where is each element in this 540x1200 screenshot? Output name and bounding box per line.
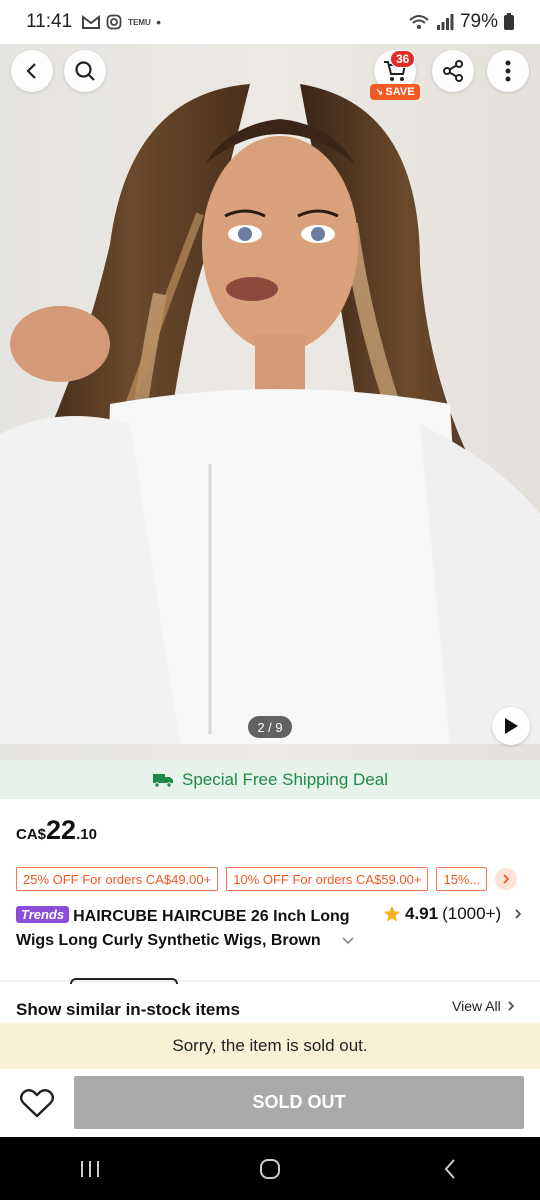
battery-icon xyxy=(504,12,514,30)
bottom-action-bar: SOLD OUT xyxy=(0,1069,540,1137)
price: CA$ 22 .10 xyxy=(16,815,97,846)
view-all-link[interactable]: View All xyxy=(452,998,515,1014)
temu-icon: TEMU xyxy=(128,17,151,27)
section-tab-indicator xyxy=(70,978,178,984)
image-page-indicator: 2 / 9 xyxy=(248,716,292,738)
more-vertical-icon xyxy=(505,60,511,82)
search-button[interactable] xyxy=(64,50,106,92)
home-icon xyxy=(260,1158,280,1179)
back-nav-icon xyxy=(444,1158,455,1179)
wishlist-button[interactable] xyxy=(16,1083,58,1123)
chevron-right-icon xyxy=(503,874,510,884)
status-time: 11:41 xyxy=(26,11,73,32)
coupon-row[interactable]: 25% OFF For orders CA$49.00+ 10% OFF For… xyxy=(16,867,518,891)
sold-out-button[interactable]: SOLD OUT xyxy=(74,1076,524,1129)
cart-count-badge: 36 xyxy=(390,50,416,68)
chevron-left-icon xyxy=(26,63,36,79)
chevron-down-icon[interactable] xyxy=(341,936,355,946)
save-badge: ↘ SAVE xyxy=(370,84,420,100)
gmail-icon xyxy=(82,15,101,29)
chevron-right-icon xyxy=(515,909,522,919)
status-bar: 11:41 TEMU • 79% xyxy=(0,0,540,44)
price-currency: CA$ xyxy=(16,826,47,843)
price-decimal: .10 xyxy=(76,826,97,843)
rating-score: 4.91 xyxy=(405,904,439,923)
coupon-tag[interactable]: 10% OFF For orders CA$59.00+ xyxy=(226,867,429,891)
truck-icon xyxy=(152,773,173,788)
back-button[interactable] xyxy=(11,50,53,92)
share-icon xyxy=(443,60,463,82)
coupons-more-button[interactable] xyxy=(495,868,518,890)
star-icon xyxy=(383,905,401,922)
play-icon xyxy=(505,718,518,734)
dot-icon: • xyxy=(156,14,162,30)
notification-icons: TEMU • xyxy=(82,14,161,30)
product-photo xyxy=(0,84,540,744)
sold-out-notice: Sorry, the item is sold out. xyxy=(0,1023,540,1069)
rating-count: (1000+) xyxy=(442,904,502,923)
product-image-gallery[interactable]: 36 ↘ SAVE 2 / 9 xyxy=(0,44,540,760)
back-nav-button[interactable] xyxy=(420,1149,480,1189)
product-title-line2: Wigs Long Curly Synthetic Wigs, Brown xyxy=(16,932,321,949)
similar-items-heading: Show similar in-stock items xyxy=(16,1000,240,1019)
price-integer: 22 xyxy=(46,815,77,845)
shipping-banner[interactable]: Special Free Shipping Deal xyxy=(0,760,540,799)
more-options-button[interactable] xyxy=(487,50,529,92)
product-title[interactable]: Trends HAIRCUBE HAIRCUBE 26 Inch Long Wig… xyxy=(16,905,366,953)
share-button[interactable] xyxy=(432,50,474,92)
search-icon xyxy=(75,61,95,81)
recent-apps-button[interactable] xyxy=(60,1149,120,1189)
system-nav-bar xyxy=(0,1137,540,1200)
signal-icon xyxy=(436,14,454,30)
trend-down-icon: ↘ xyxy=(375,86,384,98)
view-all-label: View All xyxy=(452,998,501,1014)
status-right: 79% xyxy=(408,11,514,33)
home-button[interactable] xyxy=(240,1149,300,1189)
heart-icon xyxy=(20,1089,54,1118)
chevron-right-icon xyxy=(508,1001,514,1011)
save-label: SAVE xyxy=(385,86,415,98)
recents-icon xyxy=(81,1160,99,1177)
rating-summary[interactable]: 4.91 (1000+) xyxy=(383,904,523,924)
play-video-button[interactable] xyxy=(492,707,530,745)
instagram-icon xyxy=(106,14,122,30)
shipping-banner-text: Special Free Shipping Deal xyxy=(181,769,388,789)
trends-badge: Trends xyxy=(16,906,70,923)
coupon-tag[interactable]: 15%... xyxy=(436,867,488,891)
product-title-line1: HAIRCUBE HAIRCUBE 26 Inch Long xyxy=(73,908,350,925)
battery-percent: 79% xyxy=(459,11,498,32)
coupon-tag[interactable]: 25% OFF For orders CA$49.00+ xyxy=(16,867,219,891)
wifi-icon xyxy=(409,15,429,29)
